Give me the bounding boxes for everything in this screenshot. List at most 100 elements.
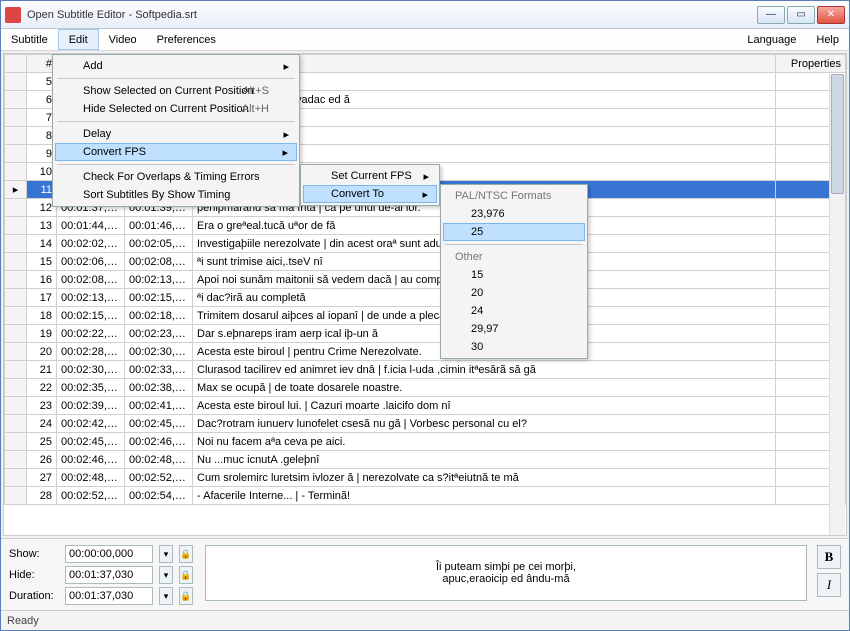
- cell-show[interactable]: 00:02:45,165: [57, 433, 125, 451]
- cell-number[interactable]: 20: [27, 343, 57, 361]
- cell-number[interactable]: 23: [27, 397, 57, 415]
- menu-preferences[interactable]: Preferences: [147, 29, 226, 50]
- cell-number[interactable]: 21: [27, 361, 57, 379]
- row-selector[interactable]: [5, 289, 27, 307]
- row-selector[interactable]: [5, 199, 27, 217]
- cell-hide[interactable]: 00:02:48,535: [125, 451, 193, 469]
- table-row[interactable]: 2200:02:35,38900:02:38,292Max se ocupă |…: [5, 379, 846, 397]
- italic-button[interactable]: I: [817, 573, 841, 597]
- cell-number[interactable]: 18: [27, 307, 57, 325]
- menu-video[interactable]: Video: [99, 29, 147, 50]
- table-row[interactable]: 1800:02:15,60200:02:18,705Trimitem dosar…: [5, 307, 846, 325]
- row-selector[interactable]: [5, 379, 27, 397]
- duration-input[interactable]: [65, 587, 153, 605]
- hide-spinner[interactable]: ▾: [159, 566, 173, 584]
- subtitle-preview[interactable]: Îi puteam simþi pe cei morþi, apuc,eraoi…: [205, 545, 807, 601]
- edit-show-selected[interactable]: Show Selected on Current PositionAlt+S: [55, 82, 297, 100]
- cell-text[interactable]: Nu ...muc icnutA .geleþnî: [193, 451, 776, 469]
- table-row[interactable]: 2300:02:39,39300:02:41,828Acesta este bi…: [5, 397, 846, 415]
- cell-show[interactable]: 00:02:15,602: [57, 307, 125, 325]
- cell-show[interactable]: 00:02:52,306: [57, 487, 125, 505]
- cell-text[interactable]: Dac?rotram iunuerv lunofelet csesă nu gă…: [193, 415, 776, 433]
- cell-number[interactable]: 24: [27, 415, 57, 433]
- cell-hide[interactable]: 00:02:13,600: [125, 271, 193, 289]
- minimize-button[interactable]: —: [757, 6, 785, 24]
- menu-subtitle[interactable]: Subtitle: [1, 29, 58, 50]
- table-row[interactable]: 2800:02:52,30600:02:54,408- Afacerile In…: [5, 487, 846, 505]
- table-row[interactable]: 1600:02:08,86200:02:13,600Apoi noi sunăm…: [5, 271, 846, 289]
- menu-help[interactable]: Help: [806, 29, 849, 50]
- cell-show[interactable]: 00:01:44,404: [57, 217, 125, 235]
- cell-text[interactable]: Acesta este biroul lui. | Cazuri moarte …: [193, 397, 776, 415]
- cell-text[interactable]: Noi nu facem aªa ceva pe aici.: [193, 433, 776, 451]
- cell-hide[interactable]: 00:02:54,408: [125, 487, 193, 505]
- fps-2997[interactable]: 29,97: [443, 320, 585, 338]
- cell-hide[interactable]: 00:02:33,620: [125, 361, 193, 379]
- duration-lock-icon[interactable]: 🔒: [179, 587, 193, 605]
- cell-number[interactable]: 16: [27, 271, 57, 289]
- cell-show[interactable]: 00:02:22,176: [57, 325, 125, 343]
- cell-text[interactable]: - Afacerile Interne... | - Terminã!: [193, 487, 776, 505]
- cell-number[interactable]: 28: [27, 487, 57, 505]
- cell-hide[interactable]: 00:02:18,705: [125, 307, 193, 325]
- cell-text[interactable]: Clurasod tacilirev ed animret iev dnâ | …: [193, 361, 776, 379]
- cell-number[interactable]: 14: [27, 235, 57, 253]
- row-selector[interactable]: [5, 415, 27, 433]
- hide-input[interactable]: [65, 566, 153, 584]
- row-selector[interactable]: [5, 91, 27, 109]
- fps-set-current[interactable]: Set Current FPS▸: [303, 167, 437, 185]
- cell-number[interactable]: 15: [27, 253, 57, 271]
- table-row[interactable]: 2400:02:42,36200:02:45,098Dac?rotram iun…: [5, 415, 846, 433]
- cell-number[interactable]: 19: [27, 325, 57, 343]
- cell-hide[interactable]: 00:02:30,584: [125, 343, 193, 361]
- cell-show[interactable]: 00:02:35,389: [57, 379, 125, 397]
- cell-text[interactable]: Max se ocupă | de toate dosarele noastre…: [193, 379, 776, 397]
- table-row[interactable]: 2000:02:28,91600:02:30,584Acesta este bi…: [5, 343, 846, 361]
- cell-hide[interactable]: 00:02:52,239: [125, 469, 193, 487]
- row-selector[interactable]: [5, 469, 27, 487]
- edit-check-overlaps[interactable]: Check For Overlaps & Timing Errors: [55, 168, 297, 186]
- maximize-button[interactable]: ▭: [787, 6, 815, 24]
- cell-show[interactable]: 00:02:13,634: [57, 289, 125, 307]
- row-selector[interactable]: [5, 235, 27, 253]
- table-row[interactable]: 2500:02:45,16500:02:46,867Noi nu facem a…: [5, 433, 846, 451]
- edit-convert-fps[interactable]: Convert FPS▸: [55, 143, 297, 161]
- row-selector[interactable]: [5, 127, 27, 145]
- edit-add[interactable]: Add▸: [55, 57, 297, 75]
- show-input[interactable]: [65, 545, 153, 563]
- row-selector[interactable]: [5, 271, 27, 289]
- cell-show[interactable]: 00:02:08,862: [57, 271, 125, 289]
- table-row[interactable]: 2700:02:48,80200:02:52,239Cum srolemirc …: [5, 469, 846, 487]
- cell-show[interactable]: 00:02:48,802: [57, 469, 125, 487]
- fps-20[interactable]: 20: [443, 284, 585, 302]
- cell-hide[interactable]: 00:02:23,610: [125, 325, 193, 343]
- cell-hide[interactable]: 00:02:08,462: [125, 253, 193, 271]
- fps-25[interactable]: 25: [443, 223, 585, 241]
- edit-delay[interactable]: Delay▸: [55, 125, 297, 143]
- edit-sort-by-show[interactable]: Sort Subtitles By Show Timing: [55, 186, 297, 204]
- cell-show[interactable]: 00:02:46,900: [57, 451, 125, 469]
- cell-number[interactable]: 17: [27, 289, 57, 307]
- cell-show[interactable]: 00:02:02,856: [57, 235, 125, 253]
- menu-language[interactable]: Language: [737, 29, 806, 50]
- row-selector[interactable]: [5, 487, 27, 505]
- cell-show[interactable]: 00:02:42,362: [57, 415, 125, 433]
- cell-hide[interactable]: 00:02:41,828: [125, 397, 193, 415]
- cell-show[interactable]: 00:02:30,984: [57, 361, 125, 379]
- cell-number[interactable]: 25: [27, 433, 57, 451]
- cell-hide[interactable]: 00:01:46,473: [125, 217, 193, 235]
- row-selector[interactable]: [5, 109, 27, 127]
- row-selector[interactable]: [5, 361, 27, 379]
- fps-24[interactable]: 24: [443, 302, 585, 320]
- row-selector[interactable]: [5, 145, 27, 163]
- row-selector[interactable]: [5, 217, 27, 235]
- row-selector[interactable]: [5, 343, 27, 361]
- scrollbar-thumb[interactable]: [831, 74, 844, 194]
- cell-show[interactable]: 00:02:39,393: [57, 397, 125, 415]
- row-selector[interactable]: [5, 397, 27, 415]
- row-selector[interactable]: [5, 433, 27, 451]
- bold-button[interactable]: B: [817, 545, 841, 569]
- table-row[interactable]: 2100:02:30,98400:02:33,620Clurasod tacil…: [5, 361, 846, 379]
- row-selector[interactable]: [5, 73, 27, 91]
- cell-hide[interactable]: 00:02:38,292: [125, 379, 193, 397]
